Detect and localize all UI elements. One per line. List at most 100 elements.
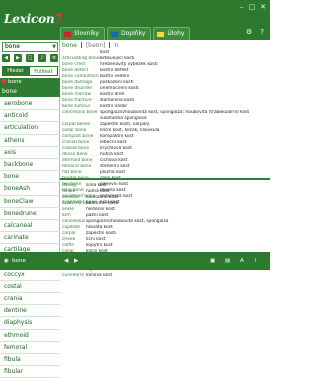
- list-item[interactable]: fibula: [0, 354, 60, 367]
- list-item[interactable]: athens: [0, 135, 60, 147]
- phrase-translation: pažní kost: [86, 213, 109, 218]
- phrase-translation: hlavatá kost: [86, 225, 113, 230]
- speaker-icon[interactable]: ◉: [4, 258, 9, 264]
- left-panel: bone ▼ ◀ ▶ □ ♪ ≡ Hledat Fulltext bone bo…: [0, 40, 60, 378]
- entry-translation: hřebenovitý výběžek kosti: [100, 62, 158, 67]
- splitter[interactable]: [60, 178, 270, 180]
- list-item[interactable]: crania: [0, 293, 60, 306]
- list-item[interactable]: boneClaw: [0, 196, 60, 208]
- close-icon[interactable]: ✕: [260, 3, 266, 11]
- list-item[interactable]: costal: [0, 281, 60, 293]
- phrase-translation: silná kost: [86, 183, 107, 188]
- entry-translation: kompaktní kost: [100, 134, 134, 139]
- list-item[interactable]: boneAsh: [0, 183, 60, 196]
- phrase-panel: strong silná kost dense hutná kost alveolar a…: [60, 181, 270, 286]
- list-item[interactable]: axis: [0, 147, 60, 159]
- entry-translation: spongiózní/houbovitá kost, spongióza; ho…: [100, 110, 250, 115]
- list-item[interactable]: anticoid: [0, 110, 60, 123]
- logo-mark: 7: [54, 12, 63, 26]
- tool-icons: ⚙ ?: [246, 28, 264, 36]
- tab-tasks[interactable]: Úlohy: [153, 27, 191, 40]
- logo-text: Lexicon: [4, 12, 55, 26]
- title-bar: Lexicon7 – □ ✕ Slovníky Doplňky Úlohy ⚙ …: [0, 0, 270, 40]
- word-list-header[interactable]: bone: [0, 87, 60, 97]
- history-item[interactable]: bone: [0, 78, 60, 87]
- top-tabs: Slovníky Doplňky Úlohy: [60, 27, 240, 40]
- entry-translation: substantia spongiosa: [100, 116, 147, 121]
- tab-label: Slovníky: [74, 30, 99, 37]
- font-icon[interactable]: A: [240, 258, 244, 264]
- search-value: bone: [5, 43, 20, 50]
- list-item[interactable]: articulation: [0, 122, 60, 135]
- tab-dictionaries[interactable]: Slovníky: [60, 27, 105, 40]
- back-icon[interactable]: ◀: [64, 258, 68, 264]
- entry-translation: stehenní kost: [100, 164, 130, 169]
- entry-translation: klíční kost, klíček, klavikula: [100, 128, 160, 133]
- maximize-icon[interactable]: □: [249, 3, 256, 11]
- list-item[interactable]: bone: [0, 171, 60, 184]
- speaker-icon[interactable]: ♪: [38, 54, 46, 62]
- entry-translation: poškození kosti: [100, 80, 134, 85]
- settings-icon[interactable]: ≡: [50, 54, 58, 62]
- entry-translation: zápěstní kosti, karpály: [100, 122, 150, 127]
- phrase-source: cuneiform: [62, 273, 85, 278]
- entry-translation: hutná kost: [100, 152, 124, 157]
- history-list: bone: [0, 78, 60, 87]
- task-icon: [157, 31, 165, 37]
- gear-icon[interactable]: ⚙: [246, 28, 252, 36]
- minimize-icon[interactable]: –: [240, 3, 244, 11]
- entry-translation: kostní vedení: [100, 74, 130, 79]
- entry-translation: kost: [100, 50, 110, 55]
- app-logo: Lexicon7: [4, 12, 63, 28]
- entry-translation: lebeční kost: [100, 140, 127, 145]
- back-icon[interactable]: ◀: [2, 54, 10, 62]
- copy-icon[interactable]: ▣: [210, 258, 215, 264]
- tab-fulltext[interactable]: Fulltext: [29, 66, 58, 76]
- list-item[interactable]: femoral: [0, 342, 60, 354]
- copy-icon[interactable]: □: [26, 54, 34, 62]
- list-item[interactable]: ethmoid: [0, 330, 60, 342]
- window-controls: – □ ✕: [240, 3, 266, 11]
- left-toolbar: ◀ ▶ □ ♪ ≡: [2, 54, 58, 64]
- list-item[interactable]: aerobone: [0, 98, 60, 111]
- entry-translation: zlomenina kosti: [100, 98, 135, 103]
- phrase-translation: alveolární kost: [86, 195, 119, 200]
- list-item[interactable]: fibular: [0, 366, 60, 378]
- forward-icon[interactable]: ▶: [74, 258, 78, 264]
- list-item[interactable]: bonedrune: [0, 208, 60, 220]
- phrase-translation: spongiózní/houbovitá kost, spongióza: [86, 219, 169, 224]
- entry-translation: plochá kost: [100, 170, 126, 175]
- list-item[interactable]: carinate: [0, 232, 60, 245]
- chevron-down-icon[interactable]: ▼: [52, 43, 56, 51]
- forward-icon[interactable]: ▶: [14, 54, 22, 62]
- main-panel: bone [bəʊn] n kost articulating bonesarti…: [60, 40, 270, 278]
- word-list-header-label: bone: [2, 88, 17, 95]
- list-item[interactable]: diaphysis: [0, 317, 60, 330]
- phrase-translation: zápěstní kosti: [86, 231, 117, 236]
- entry-header: bone [bəʊn] n: [62, 42, 267, 50]
- addon-icon: [110, 31, 118, 37]
- entry-translation: kostní nádor: [100, 104, 128, 109]
- bottom-bar-left: ◉ bone: [0, 252, 60, 270]
- tab-label: Doplňky: [120, 30, 146, 37]
- print-icon[interactable]: ▤: [225, 258, 230, 264]
- entry-translation: kostní defekt: [100, 68, 129, 73]
- bottom-bar: ◀ ▶ ▣ ▤ A i: [60, 252, 270, 270]
- phrase-translation: lícní kost: [86, 237, 106, 242]
- list-item[interactable]: calcaneal: [0, 220, 60, 233]
- list-item[interactable]: backbone: [0, 159, 60, 172]
- search-input[interactable]: bone ▼: [2, 42, 58, 52]
- list-item[interactable]: coccyx: [0, 269, 60, 281]
- phrase-row[interactable]: cuneiform klínová kost: [60, 273, 270, 279]
- phrase-translation: klínová kost: [86, 273, 113, 278]
- tab-label: Úlohy: [167, 30, 185, 37]
- info-icon[interactable]: i: [255, 258, 257, 264]
- help-icon[interactable]: ?: [260, 28, 264, 36]
- entry-pos: n: [114, 42, 119, 49]
- search-mode-tabs: Hledat Fulltext: [2, 66, 58, 76]
- phrase-translation: kopytní kost: [86, 243, 113, 248]
- bottom-word: bone: [12, 258, 26, 264]
- tab-search[interactable]: Hledat: [2, 66, 29, 76]
- tab-addons[interactable]: Doplňky: [106, 27, 152, 40]
- list-item[interactable]: dentine: [0, 305, 60, 318]
